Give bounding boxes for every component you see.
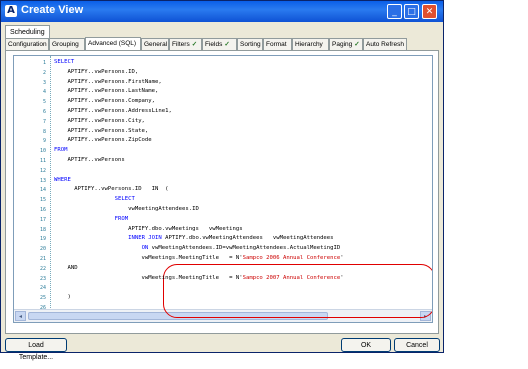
line-number: 21 xyxy=(39,256,46,262)
line-number: 20 xyxy=(39,246,46,253)
code-line: APTIFY..vwPersons.AddressLine1, xyxy=(54,108,172,114)
scroll-left-icon[interactable]: ◂ xyxy=(15,311,26,321)
tab-filters[interactable]: Filters ✓ xyxy=(169,38,202,50)
line-number: 2 xyxy=(42,69,46,76)
tab-configuration[interactable]: Configuration xyxy=(5,38,49,50)
ok-button[interactable]: OK xyxy=(341,338,391,352)
code-line: INNER JOIN APTIFY.dbo.vwMeetingAttendees… xyxy=(128,235,334,242)
code-line: APTIFY..vwPersons.ZipCode xyxy=(54,137,152,144)
tab-sorting[interactable]: Sorting xyxy=(237,38,263,50)
code-line: vwMeetings.MeetingTitle = N'Sampco 2007 … xyxy=(54,274,344,281)
tab-fields[interactable]: Fields ✓ xyxy=(202,38,237,50)
highlight-annotation xyxy=(163,264,432,318)
code-line: APTIFY..vwPersons.ID, xyxy=(54,68,139,75)
line-number: 13 xyxy=(39,177,46,184)
tab-hierarchy[interactable]: Hierarchy xyxy=(292,38,329,50)
line-number: 17 xyxy=(39,216,46,223)
code-line: APTIFY.dbo.vwMeetings vwMeetings xyxy=(54,225,243,232)
code-line: AND xyxy=(54,264,78,271)
line-number: 23 xyxy=(39,275,46,282)
line-number: 8 xyxy=(42,128,46,135)
line-number-gutter: 1 2 3 4 5 6 7 8 9 10 11 12 13 14 15 16 17 18 19 20 21 22 23 24 2… xyxy=(14,56,51,311)
line-number: 25 xyxy=(39,295,46,302)
code-line: APTIFY..vwPersons.LastName, xyxy=(54,88,159,95)
code-line: APTIFY..vwPersons.State, xyxy=(54,127,149,134)
code-line: APTIFY..vwPersons.Company, xyxy=(54,98,156,105)
code-line: SELECT xyxy=(54,59,75,65)
checkmark-icon: ✓ xyxy=(224,41,230,48)
line-number: 9 xyxy=(42,138,46,145)
code-line: APTIFY..vwPersons.FirstName, xyxy=(54,78,162,85)
tab-scheduling[interactable]: Scheduling xyxy=(5,25,50,39)
line-number: 5 xyxy=(42,99,46,106)
app-icon: A xyxy=(5,5,17,17)
line-number: 1 xyxy=(42,60,46,66)
code-line: ON vwMeetingAttendees.ID=vwMeetingAttend… xyxy=(141,245,341,252)
line-number: 22 xyxy=(39,265,46,272)
line-number: 14 xyxy=(39,187,46,194)
code-line: vwMeetingAttendees.ID xyxy=(54,206,199,212)
tab-grouping[interactable]: Grouping xyxy=(49,38,85,50)
code-line: ) xyxy=(54,294,71,301)
code-line: APTIFY..vwPersons.ID IN ( xyxy=(54,186,169,193)
cancel-button[interactable]: Cancel xyxy=(394,338,440,352)
sql-editor[interactable]: 1 2 3 4 5 6 7 8 9 10 11 12 13 14 15 16 17 18 19 20 21 22 23 24 2… xyxy=(13,55,433,323)
code-line: APTIFY..vwPersons.City, xyxy=(54,117,145,124)
checkmark-icon: ✓ xyxy=(191,41,198,48)
code-line: vwMeetings.MeetingTitle = N'Sampco 2006 … xyxy=(54,255,344,261)
code-line: APTIFY..vwPersons xyxy=(54,157,125,163)
tab-paging[interactable]: Paging ✓ xyxy=(329,38,363,50)
line-number: 19 xyxy=(39,236,46,243)
line-number: 7 xyxy=(42,118,46,125)
checkmark-icon: ✓ xyxy=(354,41,360,48)
line-number: 15 xyxy=(39,197,46,204)
line-number: 18 xyxy=(39,226,46,233)
code-line: WHERE xyxy=(54,176,71,183)
code-line: FROM xyxy=(114,215,129,222)
tab-advanced-sql[interactable]: Advanced (SQL) xyxy=(85,37,141,51)
code-line: FROM xyxy=(54,147,68,154)
line-number: 10 xyxy=(39,148,46,155)
line-number: 12 xyxy=(39,167,46,174)
create-view-dialog: A Create View _ □ ✕ Scheduling Configura… xyxy=(0,0,444,361)
tab-format[interactable]: Format xyxy=(263,38,292,50)
code-line: SELECT xyxy=(114,196,135,203)
tab-general[interactable]: General xyxy=(141,38,169,50)
line-number: 11 xyxy=(39,158,46,164)
line-number: 4 xyxy=(42,89,46,96)
close-button[interactable]: ✕ xyxy=(422,4,437,19)
load-template-button[interactable]: Load Template... xyxy=(5,338,67,361)
line-number: 6 xyxy=(42,109,46,115)
maximize-button[interactable]: □ xyxy=(404,4,419,19)
line-number: 24 xyxy=(39,285,46,292)
line-number: 16 xyxy=(39,207,46,213)
tab-auto-refresh[interactable]: Auto Refresh xyxy=(363,38,407,50)
line-number: 3 xyxy=(42,79,46,86)
sql-panel: 1 2 3 4 5 6 7 8 9 10 11 12 13 14 15 16 17 18 19 20 21 22 23 24 2… xyxy=(5,50,439,334)
title-bar[interactable]: A Create View _ □ ✕ xyxy=(1,1,443,22)
minimize-button[interactable]: _ xyxy=(387,4,402,19)
window-title: Create View xyxy=(21,4,84,16)
